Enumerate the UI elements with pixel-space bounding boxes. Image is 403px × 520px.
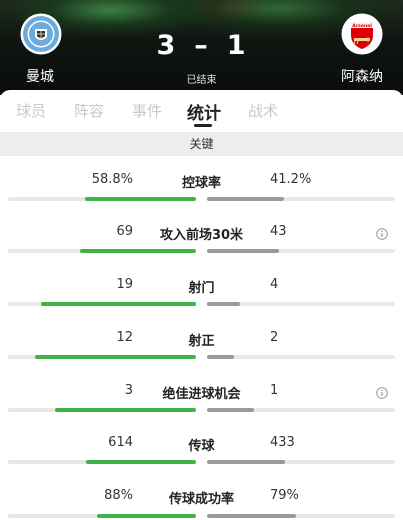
stat-label: 传球成功率	[168, 492, 234, 507]
home-bar-track	[8, 355, 196, 359]
scoreline: 3–1	[0, 30, 403, 61]
stat-row-shots-on-target: 12 射正 2	[0, 330, 403, 382]
away-bar-track	[207, 514, 395, 518]
tab-tactics[interactable]: 战术	[248, 100, 278, 121]
stat-away-value: 1	[270, 383, 279, 398]
stat-home-value: 58.8%	[91, 172, 133, 187]
stat-label: 射正	[188, 334, 215, 349]
home-bar-fill	[85, 460, 196, 464]
away-bar-fill	[207, 355, 234, 359]
away-bar-track	[207, 408, 395, 412]
stat-home-value: 614	[108, 435, 133, 450]
away-bar-fill	[207, 249, 280, 253]
info-icon[interactable]	[376, 225, 388, 240]
tab-bar: 球员 阵容 事件 统计 战术	[0, 90, 403, 132]
home-bar-fill	[80, 249, 196, 253]
tab-events[interactable]: 事件	[132, 100, 162, 121]
home-bar-track	[8, 408, 196, 412]
arsenal-crest-text: Arsenal	[352, 23, 372, 29]
away-bar-track	[207, 249, 395, 253]
stat-row-passes: 614 传球 433	[0, 435, 403, 487]
away-bar-track	[207, 302, 395, 306]
stat-label: 攻入前场30米	[159, 228, 244, 243]
away-bar-fill	[207, 408, 254, 412]
stat-row-pass-accuracy: 88% 传球成功率 79%	[0, 488, 403, 520]
away-bar-track	[207, 355, 395, 359]
stat-home-value: 88%	[104, 488, 133, 503]
stat-row-final-third-entries: 69 攻入前场30米 43	[0, 224, 403, 276]
stat-home-value: 12	[116, 330, 133, 345]
stat-away-value: 79%	[270, 488, 299, 503]
home-score: 3	[156, 30, 177, 61]
away-bar-fill	[207, 302, 240, 306]
stat-home-value: 69	[116, 224, 133, 239]
section-header-key: 关键	[0, 132, 403, 156]
home-bar-fill	[96, 514, 196, 518]
away-team-name[interactable]: 阿森纳	[341, 66, 383, 86]
home-bar-track	[8, 249, 196, 253]
stat-row-possession: 58.8% 控球率 41.2%	[0, 172, 403, 224]
tab-stats[interactable]: 统计	[187, 99, 221, 124]
stat-label: 绝佳进球机会	[162, 387, 241, 402]
away-bar-track	[207, 460, 395, 464]
stat-label: 传球	[188, 439, 215, 454]
stat-away-value: 4	[270, 277, 279, 292]
stat-row-shots: 19 射门 4	[0, 277, 403, 329]
away-bar-fill	[207, 197, 285, 201]
stat-label: 控球率	[181, 176, 221, 191]
home-bar-fill	[34, 355, 196, 359]
away-bar-track	[207, 197, 395, 201]
info-icon[interactable]	[376, 384, 388, 399]
stat-row-big-chances: 3 绝佳进球机会 1	[0, 383, 403, 435]
away-score: 1	[226, 30, 247, 61]
stat-home-value: 3	[124, 383, 133, 398]
match-header: Arsenal 3–1 已结束 曼城 阿森纳	[0, 0, 403, 95]
home-bar-track	[8, 460, 196, 464]
home-bar-track	[8, 514, 196, 518]
stat-away-value: 43	[270, 224, 287, 239]
stat-away-value: 41.2%	[270, 172, 312, 187]
tab-players[interactable]: 球员	[16, 100, 46, 121]
home-bar-track	[8, 197, 196, 201]
stat-label: 射门	[188, 281, 215, 296]
home-bar-fill	[40, 302, 196, 306]
stat-away-value: 433	[270, 435, 295, 450]
away-bar-fill	[207, 460, 285, 464]
home-bar-fill	[55, 408, 196, 412]
tab-lineup[interactable]: 阵容	[74, 100, 104, 121]
home-team-name[interactable]: 曼城	[26, 66, 54, 86]
stat-home-value: 19	[116, 277, 133, 292]
away-bar-fill	[207, 514, 296, 518]
home-bar-track	[8, 302, 196, 306]
stat-away-value: 2	[270, 330, 279, 345]
score-separator: –	[194, 30, 209, 61]
active-tab-indicator	[194, 124, 212, 127]
home-bar-fill	[85, 197, 196, 201]
